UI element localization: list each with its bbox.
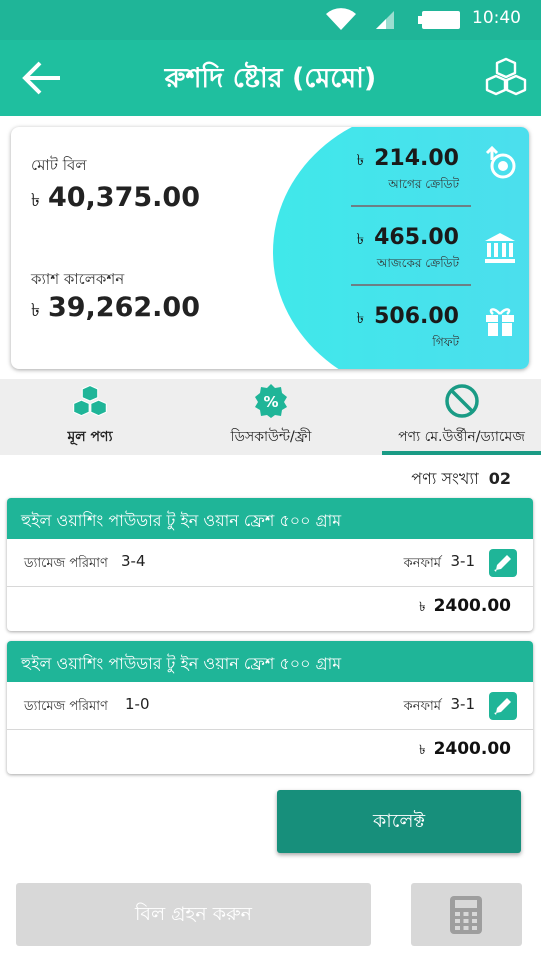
tab-damage[interactable]: পণ্য মে.উর্ত্তীন/ড্যামেজ xyxy=(382,379,541,455)
damage-label: ড্যামেজ পরিমাণ xyxy=(24,556,108,571)
calculator-button[interactable] xyxy=(411,883,522,946)
category-tabs: মূল পণ্য % ডিসকাউন্ট/ফ্রী পণ্য মে.উর্ত্ত… xyxy=(0,379,541,455)
credit-divider xyxy=(351,284,471,286)
wifi-icon xyxy=(326,8,356,30)
item-total: ৳ 2400.00 xyxy=(419,739,511,759)
pencil-icon xyxy=(494,555,511,572)
pencil-icon xyxy=(494,698,511,715)
list-item: হুইল ওয়াশিং পাউডার টু ইন ওয়ান ফ্রেশ ৫০… xyxy=(7,498,533,631)
previous-credit-icon xyxy=(485,146,516,179)
list-item: হুইল ওয়াশিং পাউডার টু ইন ওয়ান ফ্রেশ ৫০… xyxy=(7,641,533,774)
damage-label: ড্যামেজ পরিমাণ xyxy=(24,699,108,714)
boxes-icon xyxy=(73,385,107,417)
receive-bill-button[interactable]: বিল গ্রহন করুন xyxy=(16,883,371,946)
tab-discount-free[interactable]: % ডিসকাউন্ট/ফ্রী xyxy=(180,379,362,455)
bank-icon xyxy=(485,233,515,263)
back-arrow-icon[interactable] xyxy=(20,58,62,98)
product-count: পণ্য সংখ্যা 02 xyxy=(411,469,511,488)
item-name: হুইল ওয়াশিং পাউডার টু ইন ওয়ান ফ্রেশ ৫০… xyxy=(7,641,533,682)
credit-divider xyxy=(351,205,471,207)
item-total: ৳ 2400.00 xyxy=(419,596,511,616)
confirm-label: কনফার্ম xyxy=(403,556,441,571)
gift-icon xyxy=(486,308,514,336)
app-bar: রুশদি ষ্টোর (মেমো) xyxy=(0,40,541,116)
today-credit: ৳ 465.00 আজকের ক্রেডিট xyxy=(356,225,459,270)
item-details: ড্যামেজ পরিমাণ 3-4 কনফার্ম 3-1 xyxy=(7,539,533,587)
damage-value: 1-0 xyxy=(125,695,150,713)
previous-credit: ৳ 214.00 আগের ক্রেডিট xyxy=(356,146,459,191)
gift-credit: ৳ 506.00 গিফট xyxy=(356,304,459,349)
cash-collection-label: ক্যাশ কালেকশন xyxy=(31,270,125,288)
calculator-icon xyxy=(450,896,482,934)
signal-icon xyxy=(376,11,394,29)
page-title: রুশদি ষ্টোর (মেমো) xyxy=(164,63,377,94)
total-bill-label: মোট বিল xyxy=(31,156,87,174)
item-details: ড্যামেজ পরিমাণ 1-0 কনফার্ম 3-1 xyxy=(7,682,533,730)
summary-card: মোট বিল ৳ 40,375.00 ক্যাশ কালেকশন ৳ 39,262… xyxy=(11,127,529,369)
tab-main-product[interactable]: মূল পণ্য xyxy=(0,379,180,455)
total-bill-amount: ৳ 40,375.00 xyxy=(31,182,200,213)
confirm-label: কনফার্ম xyxy=(403,699,441,714)
svg-text:%: % xyxy=(263,393,278,411)
block-icon xyxy=(444,384,479,418)
edit-button[interactable] xyxy=(489,692,517,720)
damage-value: 3-4 xyxy=(121,552,146,570)
boxes-icon[interactable] xyxy=(485,56,527,98)
collect-button[interactable]: কালেক্ট xyxy=(277,790,521,853)
status-bar: 10:40 xyxy=(0,0,541,40)
status-time: 10:40 xyxy=(472,8,521,28)
edit-button[interactable] xyxy=(489,549,517,577)
confirm-value: 3-1 xyxy=(450,695,476,713)
discount-icon: % xyxy=(255,384,287,418)
item-name: হুইল ওয়াশিং পাউডার টু ইন ওয়ান ফ্রেশ ৫০… xyxy=(7,498,533,539)
cash-collection-amount: ৳ 39,262.00 xyxy=(31,292,200,323)
battery-icon xyxy=(418,11,460,29)
confirm-value: 3-1 xyxy=(450,552,476,570)
